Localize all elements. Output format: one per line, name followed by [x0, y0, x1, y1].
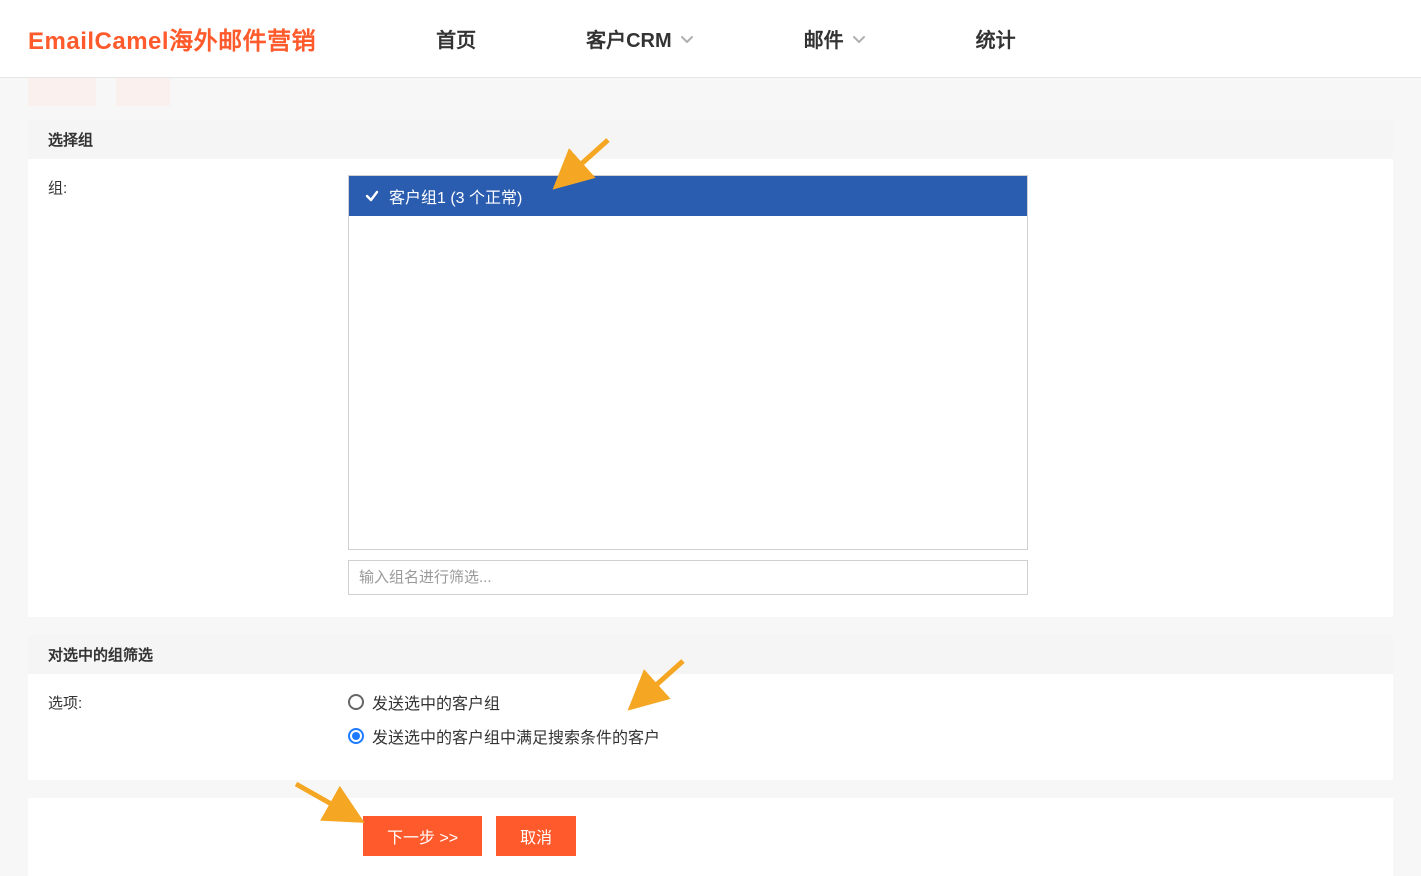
radio-icon[interactable] — [348, 694, 364, 710]
ghost-button — [116, 78, 170, 106]
group-list[interactable]: 客户组1 (3 个正常) — [348, 175, 1028, 550]
footer-actions: 下一步 >> 取消 — [28, 798, 1393, 876]
nav-home-label: 首页 — [436, 24, 476, 53]
panel-filter: 对选中的组筛选 选项: 发送选中的客户组 发送选中的客户组中满足搜索条件的客户 — [28, 635, 1393, 780]
nav-mail-label: 邮件 — [804, 24, 844, 53]
chevron-down-icon — [680, 32, 694, 46]
top-nav-bar: EmailCamel海外邮件营销 首页 客户CRM 邮件 统计 — [0, 0, 1421, 78]
panel-select-group: 选择组 组: 客户组1 (3 个正常) — [28, 120, 1393, 617]
group-list-item[interactable]: 客户组1 (3 个正常) — [349, 176, 1027, 216]
brand-logo: EmailCamel海外邮件营销 — [28, 21, 316, 56]
nav-mail[interactable]: 邮件 — [804, 24, 866, 53]
group-filter-input[interactable] — [348, 560, 1028, 595]
next-button[interactable]: 下一步 >> — [363, 816, 482, 856]
nav-home[interactable]: 首页 — [436, 24, 476, 53]
annotation-arrow-icon — [288, 776, 368, 831]
nav-stats[interactable]: 统计 — [976, 24, 1016, 53]
ghost-button — [28, 78, 96, 106]
radio-icon[interactable] — [348, 728, 364, 744]
cancel-button[interactable]: 取消 — [496, 816, 576, 856]
field-label-options: 选项: — [48, 690, 348, 758]
nav-menu: 首页 客户CRM 邮件 统计 — [436, 24, 1016, 53]
option-label-2: 发送选中的客户组中满足搜索条件的客户 — [372, 724, 660, 748]
nav-crm-label: 客户CRM — [586, 24, 672, 53]
field-label-group: 组: — [48, 175, 348, 595]
panel-header-filter: 对选中的组筛选 — [28, 635, 1393, 674]
check-icon — [365, 189, 379, 203]
chevron-down-icon — [852, 32, 866, 46]
page-body: 选择组 组: 客户组1 (3 个正常) — [0, 0, 1421, 876]
option-label-1: 发送选中的客户组 — [372, 690, 500, 714]
group-item-label: 客户组1 (3 个正常) — [389, 184, 522, 208]
option-row[interactable]: 发送选中的客户组 — [348, 690, 1028, 714]
option-row[interactable]: 发送选中的客户组中满足搜索条件的客户 — [348, 724, 1028, 748]
ghost-button-row — [0, 78, 1421, 120]
panel-header-select-group: 选择组 — [28, 120, 1393, 159]
nav-crm[interactable]: 客户CRM — [586, 24, 694, 53]
nav-stats-label: 统计 — [976, 24, 1016, 53]
